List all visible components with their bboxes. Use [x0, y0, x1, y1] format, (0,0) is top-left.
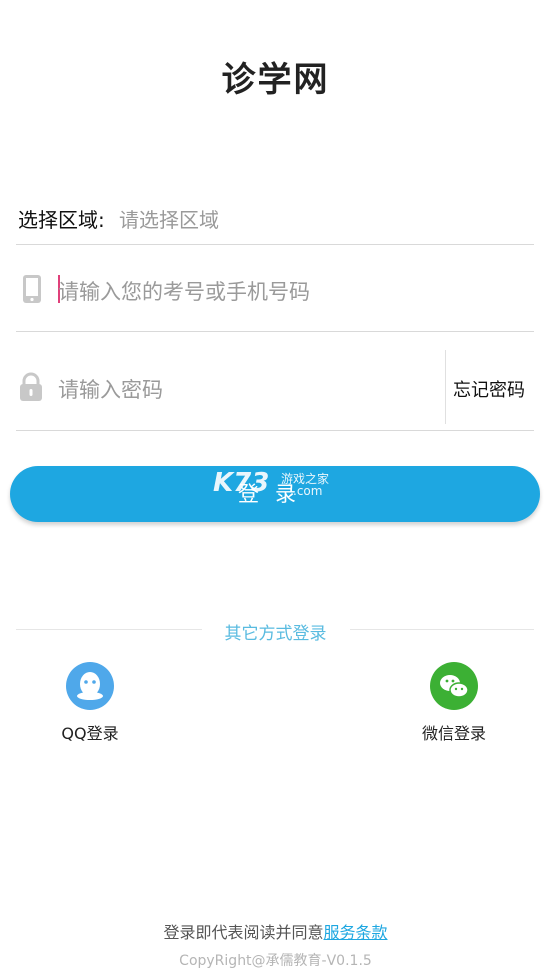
account-field[interactable]: 请输入您的考号或手机号码 — [16, 246, 534, 332]
wechat-login-label: 微信登录 — [421, 724, 486, 743]
qq-icon[interactable] — [66, 662, 114, 710]
agreement-text: 登录即代表阅读并同意服务条款 — [0, 919, 551, 943]
region-select[interactable]: 请选择区域 — [119, 204, 219, 233]
region-selector[interactable]: 选择区域: 请选择区域 — [16, 196, 534, 245]
account-input[interactable]: 请输入您的考号或手机号码 — [58, 276, 310, 306]
region-label: 选择区域: — [18, 208, 105, 232]
password-input[interactable]: 请输入密码 — [58, 374, 163, 404]
wechat-login-button[interactable]: 微信登录 — [414, 662, 494, 744]
qq-login-button[interactable]: QQ登录 — [50, 662, 130, 744]
qq-login-label: QQ登录 — [61, 724, 119, 743]
wechat-icon[interactable] — [430, 662, 478, 710]
phone-icon — [23, 275, 41, 303]
lock-icon — [20, 372, 42, 401]
login-button[interactable]: 登录 — [10, 466, 540, 522]
password-field[interactable]: 请输入密码 忘记密码 — [16, 332, 534, 431]
agreement-prefix: 登录即代表阅读并同意 — [163, 923, 324, 942]
other-login-label: 其它方式登录 — [224, 624, 327, 644]
terms-link[interactable]: 服务条款 — [324, 923, 388, 942]
forgot-password-link[interactable]: 忘记密码 — [453, 376, 525, 402]
copyright: CopyRight@承儒教育-V0.1.5 — [179, 953, 372, 969]
divider — [445, 350, 446, 424]
app-title: 诊学网 — [221, 60, 330, 100]
